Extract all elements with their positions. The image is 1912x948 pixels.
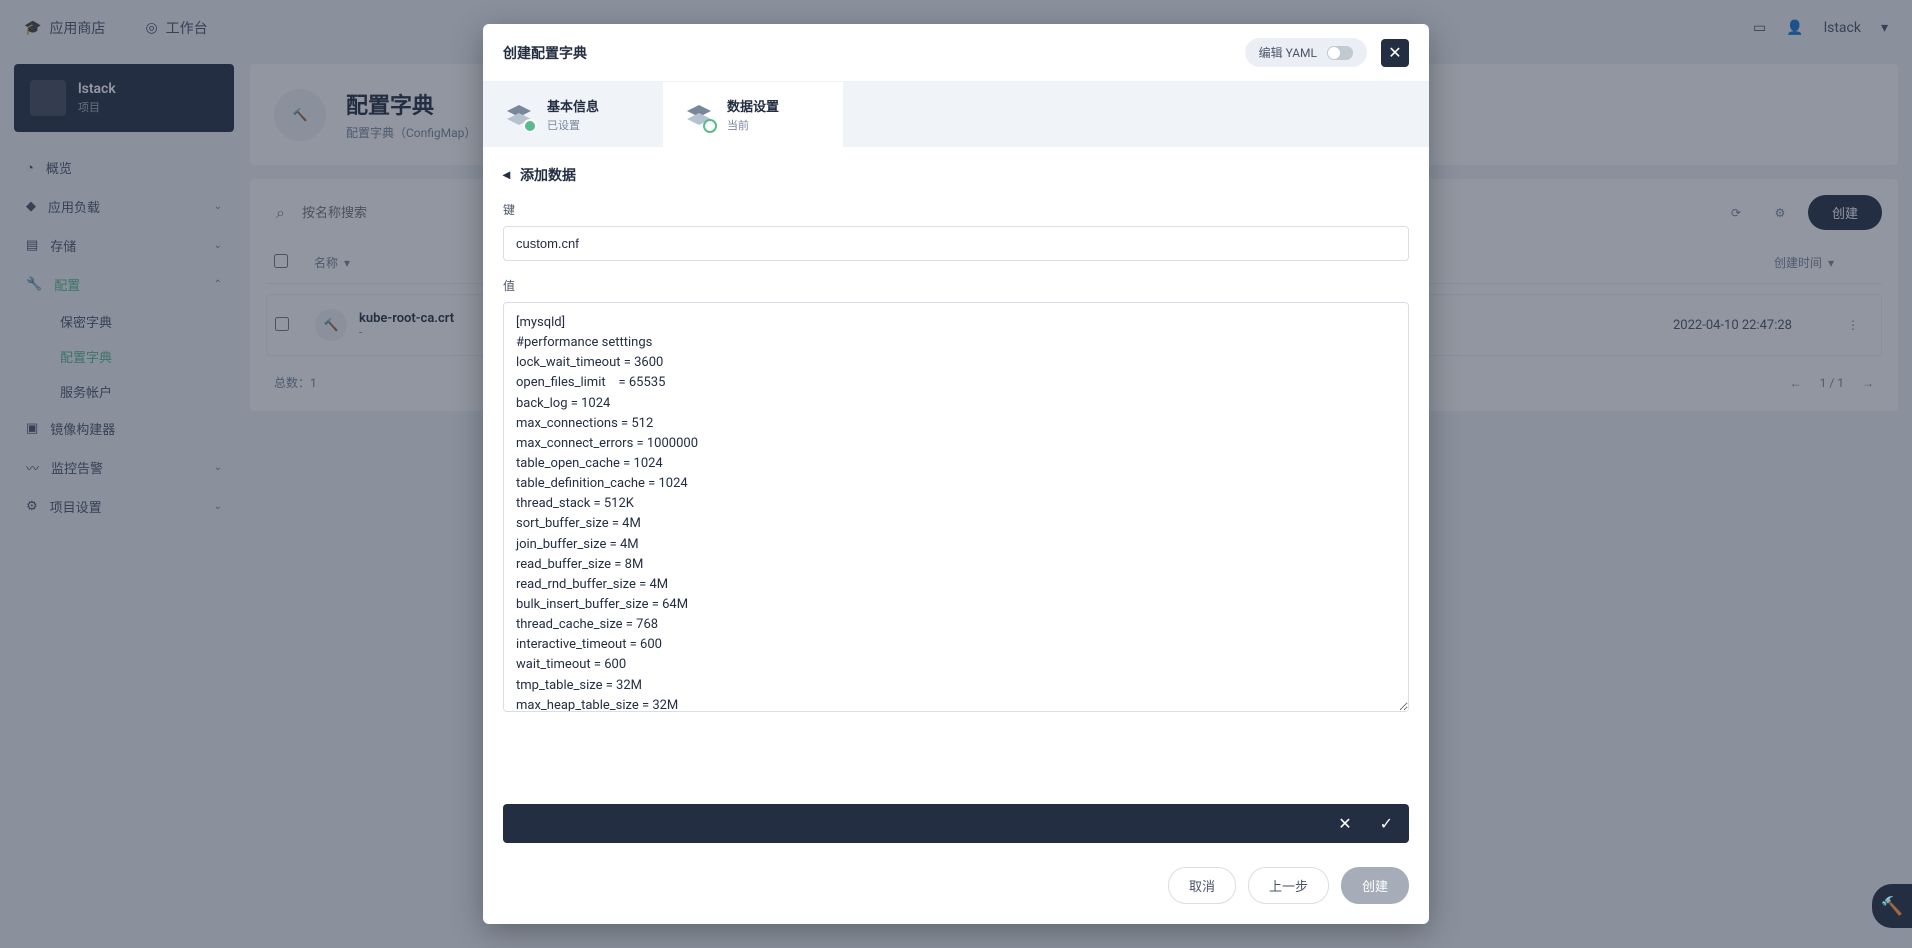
yaml-toggle[interactable]: 编辑 YAML xyxy=(1245,38,1367,67)
step2-label: 数据设置 xyxy=(727,96,779,115)
action-bar: ✕ ✓ xyxy=(503,804,1409,843)
layers-icon xyxy=(503,99,535,131)
yaml-toggle-label: 编辑 YAML xyxy=(1259,44,1317,61)
discard-icon[interactable]: ✕ xyxy=(1338,814,1351,833)
toggle-switch[interactable] xyxy=(1327,46,1353,60)
key-input[interactable] xyxy=(503,226,1409,261)
step1-label: 基本信息 xyxy=(547,96,599,115)
confirm-icon[interactable]: ✓ xyxy=(1380,814,1393,833)
cancel-button[interactable]: 取消 xyxy=(1168,867,1236,904)
step2-sub: 当前 xyxy=(727,117,779,133)
add-data-header[interactable]: ◂ 添加数据 xyxy=(503,165,1409,185)
step1-sub: 已设置 xyxy=(547,117,599,133)
check-badge-icon xyxy=(523,119,537,133)
close-icon: ✕ xyxy=(1388,43,1401,62)
help-fab-button[interactable]: 🔨 xyxy=(1872,884,1912,928)
value-label: 值 xyxy=(503,277,1409,294)
key-label: 键 xyxy=(503,201,1409,218)
add-data-label: 添加数据 xyxy=(520,165,576,185)
create-configmap-modal: 创建配置字典 编辑 YAML ✕ 基本信息 已设置 xyxy=(483,24,1429,924)
step-tab-data-settings[interactable]: 数据设置 当前 xyxy=(663,82,843,147)
prev-button[interactable]: 上一步 xyxy=(1248,867,1329,904)
close-button[interactable]: ✕ xyxy=(1381,39,1409,67)
modal-body: ◂ 添加数据 键 值 xyxy=(483,147,1429,804)
step-tab-basic-info[interactable]: 基本信息 已设置 xyxy=(483,82,663,147)
value-textarea[interactable] xyxy=(503,302,1409,712)
collapse-icon[interactable]: ◂ xyxy=(503,167,510,183)
modal-title: 创建配置字典 xyxy=(503,43,587,63)
step-tabs: 基本信息 已设置 数据设置 当前 xyxy=(483,82,1429,147)
modal-footer: 取消 上一步 创建 xyxy=(483,843,1429,924)
modal-header: 创建配置字典 编辑 YAML ✕ xyxy=(483,24,1429,82)
layers-icon xyxy=(683,99,715,131)
current-badge-icon xyxy=(703,119,717,133)
create-submit-button[interactable]: 创建 xyxy=(1341,867,1409,904)
hammer-icon: 🔨 xyxy=(1881,896,1903,917)
